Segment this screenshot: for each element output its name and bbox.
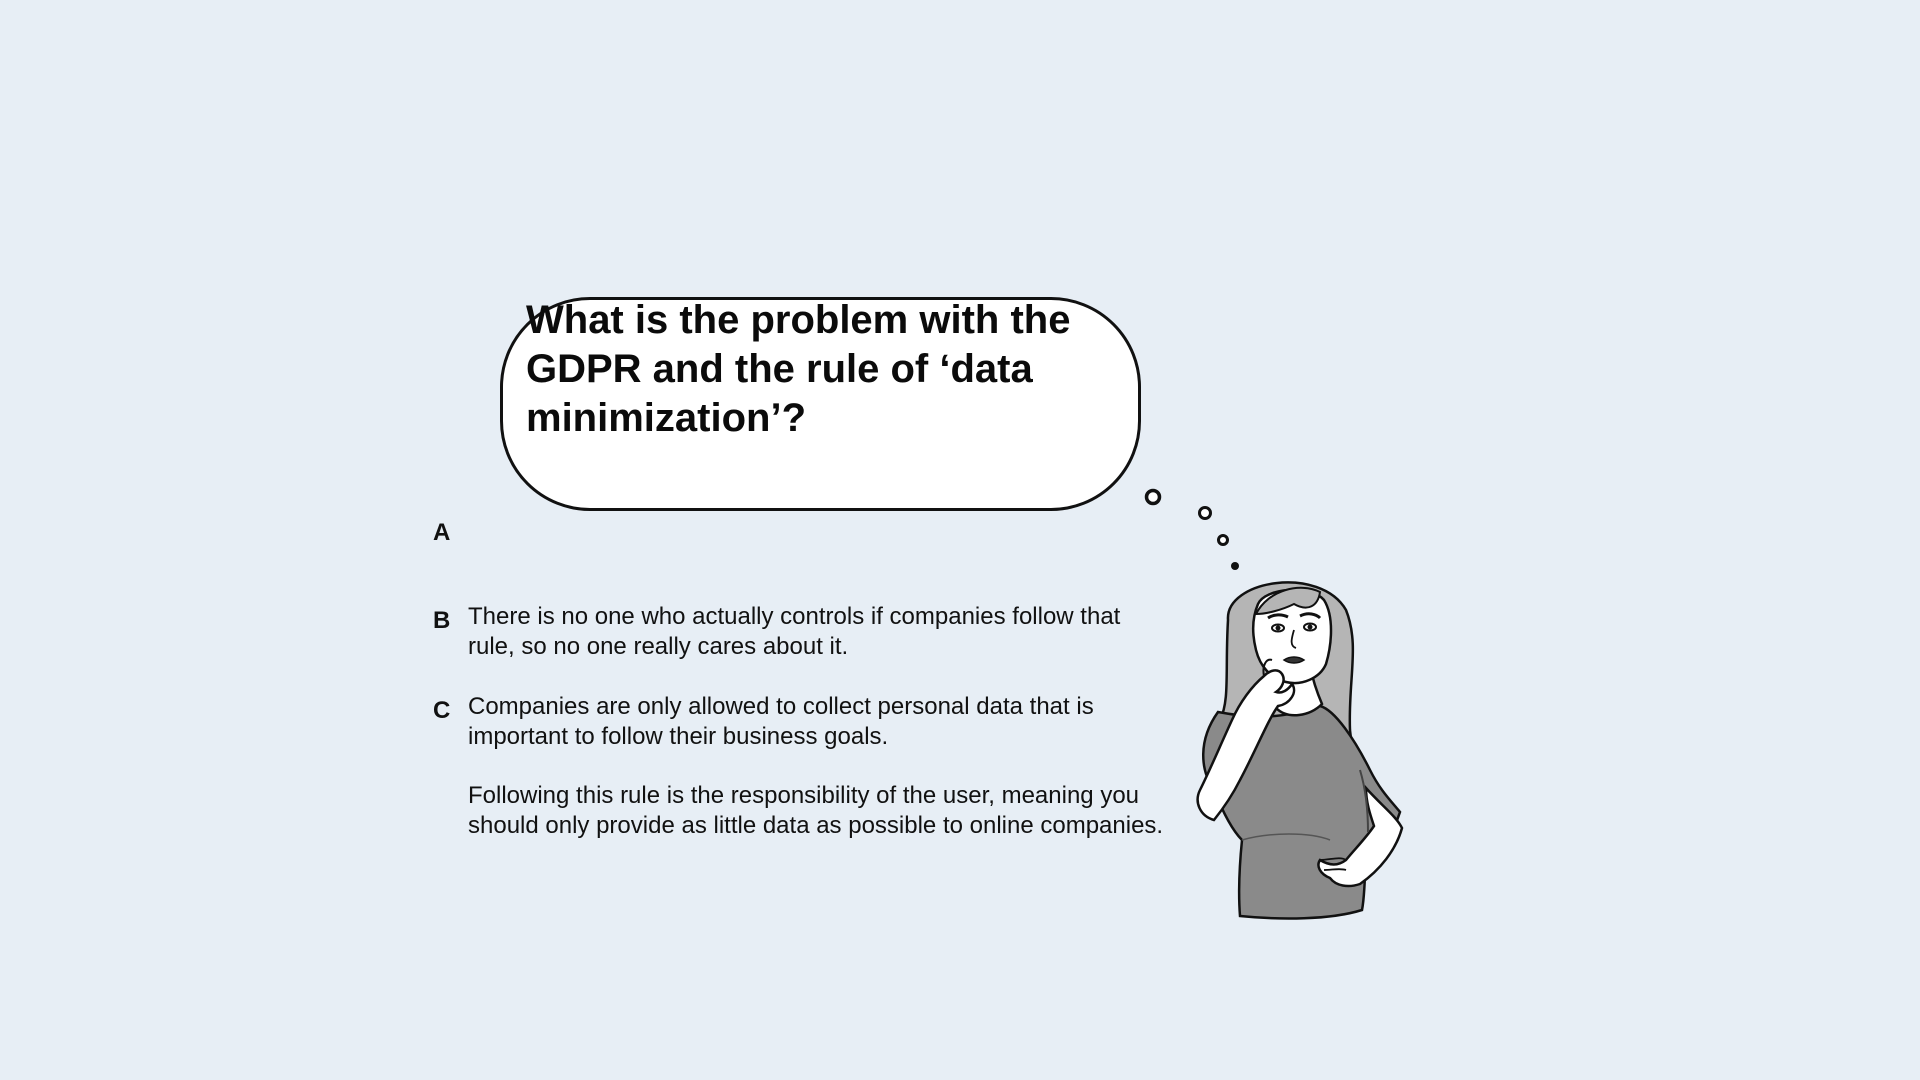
thinking-woman-illustration — [1196, 581, 1404, 920]
question-title: What is the problem with the GDPR and th… — [526, 298, 1071, 440]
option-d-text[interactable]: Following this rule is the responsibilit… — [468, 781, 1168, 841]
thought-bubble-dots-icon — [1144, 488, 1239, 570]
option-c-text[interactable]: Companies are only allowed to collect pe… — [468, 692, 1168, 752]
option-b-text[interactable]: There is no one who actually controls if… — [468, 602, 1168, 662]
option-b-letter: B — [433, 607, 451, 634]
option-c-letter: C — [433, 697, 451, 724]
option-a-letter: A — [433, 519, 451, 546]
